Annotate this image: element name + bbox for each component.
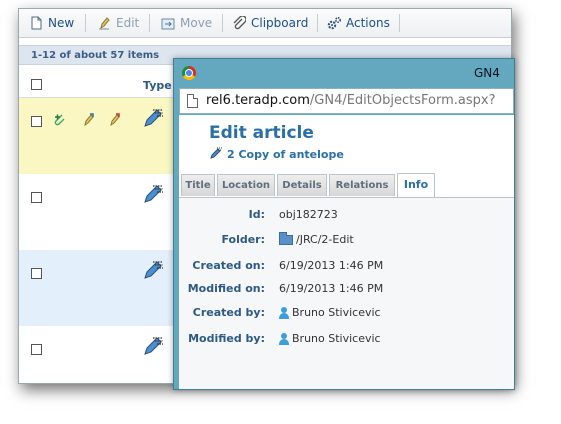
form-content: Edit article 2 Copy of antelope Title Lo… <box>179 115 514 389</box>
attach-icon[interactable] <box>53 112 67 131</box>
modified-by-label: Modified by: <box>188 332 265 345</box>
created-on-label: Created on: <box>192 259 265 272</box>
id-value-text: obj182723 <box>279 208 338 221</box>
edit-red-icon[interactable] <box>107 112 121 131</box>
folder-label: Folder: <box>221 233 265 246</box>
toolbar-separator <box>317 14 318 32</box>
paperclip-icon <box>232 15 247 30</box>
move-label: Move <box>180 16 213 30</box>
tab-bar: Title Location Details Relations Info <box>179 171 514 198</box>
tab-details[interactable]: Details <box>277 174 327 196</box>
user-icon <box>279 332 289 345</box>
type-column-header[interactable]: Type <box>143 79 172 92</box>
gears-icon <box>327 16 342 30</box>
url-text[interactable]: rel6.teradp.com/GN4/EditObjectsForm.aspx… <box>206 93 495 108</box>
edit-blue-icon[interactable] <box>81 112 95 131</box>
row-checkbox[interactable] <box>31 116 42 127</box>
row-checkbox[interactable] <box>31 192 42 203</box>
new-label: New <box>48 16 75 30</box>
chrome-logo-icon <box>182 66 196 80</box>
toolbar-separator <box>399 14 400 32</box>
actions-button[interactable]: Actions <box>327 15 390 31</box>
move-button[interactable]: Move <box>161 15 212 31</box>
row-checkbox[interactable] <box>31 268 42 279</box>
edit-pen-icon <box>97 16 111 30</box>
article-pencil-icon <box>141 106 165 130</box>
move-icon <box>161 16 175 30</box>
clipboard-label: Clipboard <box>251 16 309 30</box>
toolbar-separator <box>85 14 86 32</box>
folder-value-text: /JRC/2-Edit <box>296 233 354 246</box>
edit-label: Edit <box>116 16 140 30</box>
edit-popup-window: GN4 rel6.teradp.com/GN4/EditObjectsForm.… <box>173 58 515 390</box>
id-value: obj182723 <box>279 208 338 221</box>
created-by-text: Bruno Stivicevic <box>292 306 381 319</box>
tab-info[interactable]: Info <box>397 173 435 197</box>
toolbar-separator <box>222 14 223 32</box>
url-host: rel6.teradp.com <box>206 93 310 108</box>
created-by-value: Bruno Stivicevic <box>279 306 381 319</box>
actions-label: Actions <box>346 16 390 30</box>
article-pencil-icon <box>141 182 165 206</box>
toolbar: New Edit Move Clipboard Actions <box>19 9 511 38</box>
object-name-text: 2 Copy of antelope <box>227 148 344 161</box>
page-title: Edit article <box>209 123 314 143</box>
article-pencil-icon <box>141 258 165 282</box>
user-icon <box>279 306 289 319</box>
toolbar-separator <box>149 14 150 32</box>
created-on-value: 6/19/2013 1:46 PM <box>279 259 383 272</box>
object-name: 2 Copy of antelope <box>209 146 344 163</box>
popup-title-bar[interactable]: GN4 <box>174 59 514 87</box>
edit-button[interactable]: Edit <box>97 15 139 31</box>
new-document-icon <box>29 16 43 30</box>
info-panel: Id: obj182723 Folder: /JRC/2-Edit Create… <box>179 198 514 389</box>
new-button[interactable]: New <box>29 15 74 31</box>
select-all-checkbox[interactable] <box>31 79 42 90</box>
modified-by-text: Bruno Stivicevic <box>292 332 381 345</box>
url-path: /GN4/EditObjectsForm.aspx? <box>309 93 496 108</box>
folder-value[interactable]: /JRC/2-Edit <box>279 231 354 246</box>
tab-relations[interactable]: Relations <box>329 174 395 196</box>
created-by-label: Created by: <box>192 306 265 319</box>
modified-by-value: Bruno Stivicevic <box>279 332 381 345</box>
page-icon <box>187 94 198 108</box>
tab-location[interactable]: Location <box>217 174 275 196</box>
article-small-icon <box>209 146 223 163</box>
window-title: GN4 <box>474 66 500 80</box>
modified-on-text: 6/19/2013 1:46 PM <box>279 282 384 295</box>
id-label: Id: <box>248 208 265 221</box>
modified-on-value: 6/19/2013 1:46 PM <box>279 282 383 295</box>
row-checkbox[interactable] <box>31 344 42 355</box>
folder-icon <box>279 231 293 245</box>
article-pencil-icon <box>141 334 165 358</box>
address-bar[interactable]: rel6.teradp.com/GN4/EditObjectsForm.aspx… <box>179 88 514 114</box>
clipboard-button[interactable]: Clipboard <box>232 15 308 31</box>
tab-title[interactable]: Title <box>181 174 215 196</box>
created-on-text: 6/19/2013 1:46 PM <box>279 259 384 272</box>
modified-on-label: Modified on: <box>187 282 265 295</box>
